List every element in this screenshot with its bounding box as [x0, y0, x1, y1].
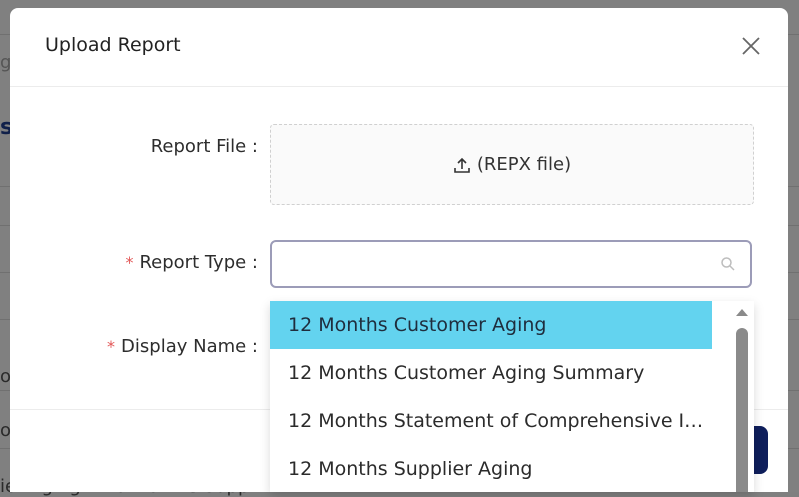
required-mark: *: [107, 337, 116, 356]
upload-icon: [453, 156, 471, 174]
close-button[interactable]: [738, 33, 764, 59]
dropdown-option[interactable]: 12 Months Customer Aging Summary: [270, 349, 712, 397]
dropdown-option[interactable]: 12 Months Statement of Comprehensive In.…: [270, 397, 712, 445]
scrollbar-thumb[interactable]: [736, 328, 748, 492]
report-type-dropdown: 12 Months Customer Aging 12 Months Custo…: [270, 301, 754, 492]
close-icon: [742, 37, 760, 55]
search-icon: [721, 257, 735, 271]
report-file-label: Report File :: [150, 136, 258, 157]
dropdown-option[interactable]: 12 Months Supplier Aging: [270, 445, 712, 492]
modal-title: Upload Report: [45, 34, 181, 56]
display-name-label: * Display Name :: [107, 336, 258, 357]
report-type-select[interactable]: [270, 240, 752, 288]
dropdown-scrollbar[interactable]: [730, 301, 754, 492]
upload-hint: (REPX file): [476, 154, 572, 175]
report-file-upload[interactable]: (REPX file): [270, 124, 754, 205]
report-type-label-text: Report Type :: [139, 252, 258, 273]
dropdown-option[interactable]: 12 Months Customer Aging: [270, 301, 712, 349]
required-mark: *: [125, 253, 134, 272]
scroll-up-arrow-icon[interactable]: [735, 307, 749, 317]
display-name-label-text: Display Name :: [121, 336, 258, 357]
modal-header: Upload Report: [10, 8, 788, 87]
report-type-label: * Report Type :: [125, 252, 258, 273]
